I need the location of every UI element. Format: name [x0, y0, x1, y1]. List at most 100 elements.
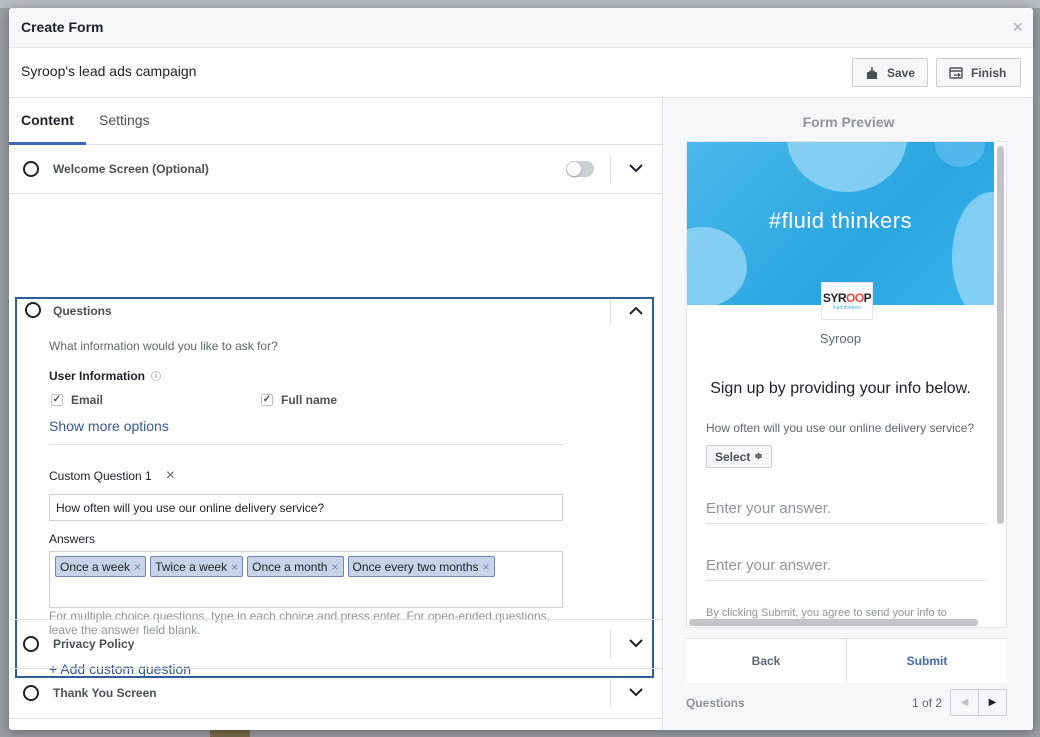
submit-button[interactable]: Submit: [847, 639, 1007, 683]
info-icon[interactable]: i: [151, 371, 162, 381]
name-answer-field[interactable]: Enter your answer.: [706, 549, 986, 581]
back-button[interactable]: Back: [686, 639, 847, 683]
banner-bubble: [935, 142, 985, 167]
email-label: Email: [71, 393, 104, 407]
answer-chip: Once every two months ×: [347, 556, 495, 577]
campaign-bar: Syroop's lead ads campaign Save Finish: [9, 48, 1033, 98]
finish-label: Finish: [971, 65, 1007, 80]
questions-status-icon: [25, 302, 41, 318]
preview-section-label: Questions: [686, 696, 745, 710]
welcome-status-icon: [23, 161, 39, 177]
remove-chip-icon[interactable]: ×: [483, 560, 490, 574]
custom-question-input[interactable]: [49, 494, 563, 521]
legal-text: By clicking Submit, you agree to send yo…: [706, 607, 947, 619]
remove-chip-icon[interactable]: ×: [331, 560, 338, 574]
welcome-title: Welcome Screen (Optional): [53, 162, 209, 176]
create-form-dialog: Create Form × Syroop's lead ads campaign…: [9, 8, 1033, 730]
banner-image: #fluid thinkers: [687, 142, 994, 305]
finish-icon: [949, 66, 963, 79]
chevron-up-icon[interactable]: [627, 301, 645, 319]
banner-text: #fluid thinkers: [768, 208, 913, 233]
chevron-down-icon[interactable]: [627, 683, 645, 701]
page-indicator: 1 of 2: [912, 696, 943, 710]
answers-label: Answers: [49, 532, 96, 546]
preview-panel: Form Preview #fluid thinkers SYROOP flui…: [664, 98, 1033, 730]
tab-settings[interactable]: Settings: [99, 112, 150, 128]
custom-question-title: Custom Question 1: [49, 469, 152, 483]
prev-page-icon[interactable]: ◀: [950, 689, 979, 716]
answer-chip: Once a month ×: [247, 556, 344, 577]
save-button[interactable]: Save: [852, 58, 928, 87]
preview-headline: Sign up by providing your info below.: [710, 380, 971, 397]
logo-part: OO: [846, 291, 864, 305]
company-name: Syroop: [819, 331, 862, 346]
user-info-label: User Information i: [49, 369, 162, 383]
chevron-down-icon[interactable]: [627, 634, 645, 652]
chevron-down-icon[interactable]: [627, 159, 645, 177]
preview-title: Form Preview: [802, 114, 895, 130]
dialog-title: Create Form: [21, 19, 104, 35]
show-more-options-link[interactable]: Show more options: [49, 418, 169, 434]
full-name-checkbox[interactable]: ✓ Full name: [261, 393, 337, 407]
vertical-scrollbar[interactable]: [997, 146, 1004, 524]
preview-buttons: Back Submit: [686, 638, 1007, 683]
banner-bubble: [787, 142, 907, 192]
save-label: Save: [886, 65, 915, 80]
section-welcome: Welcome Screen (Optional): [9, 145, 662, 194]
select-arrows-icon: ≑: [754, 451, 763, 462]
questions-hint: What information would you like to ask f…: [49, 339, 278, 353]
answer-chip-label: Twice a week: [155, 559, 228, 574]
logo-part: P: [863, 291, 872, 305]
section-thank-you-header[interactable]: Thank You Screen: [9, 669, 662, 717]
logo-tagline: fluid thinkers: [832, 305, 862, 311]
check-icon: ✓: [261, 394, 273, 406]
custom-question-label: Custom Question 1 ×: [49, 468, 175, 484]
questions-title: Questions: [53, 304, 112, 318]
email-checkbox[interactable]: ✓ Email: [51, 393, 103, 407]
section-thank-you: Thank You Screen: [9, 669, 662, 719]
divider: [49, 444, 563, 445]
answer-chip-label: Once a week: [60, 559, 131, 574]
full-name-label: Full name: [281, 393, 338, 407]
remove-chip-icon[interactable]: ×: [134, 560, 141, 574]
answer-chip-label: Once every two months: [352, 559, 479, 574]
check-icon: ✓: [51, 394, 63, 406]
preview-frame[interactable]: #fluid thinkers SYROOP fluid thinkers Sy…: [686, 141, 1007, 628]
answers-input[interactable]: Once a week × Twice a week × Once a mont…: [49, 551, 563, 608]
answer-select[interactable]: Select ≑: [706, 445, 772, 468]
save-icon: [866, 66, 877, 79]
thank-you-title: Thank You Screen: [53, 686, 157, 700]
section-questions-header[interactable]: Questions: [17, 299, 652, 325]
answer-chip: Once a week ×: [55, 556, 147, 577]
close-icon[interactable]: ×: [1012, 18, 1023, 36]
thank-you-status-icon: [23, 685, 39, 701]
horizontal-scrollbar[interactable]: [689, 619, 978, 626]
tab-content[interactable]: Content: [21, 112, 74, 128]
backdrop-strip: [0, 0, 1040, 8]
finish-button[interactable]: Finish: [936, 58, 1021, 87]
section-privacy-header[interactable]: Privacy Policy: [9, 620, 662, 668]
logo-part: SYR: [822, 291, 847, 305]
privacy-title: Privacy Policy: [53, 637, 135, 651]
dialog-titlebar: Create Form ×: [9, 8, 1033, 48]
remove-chip-icon[interactable]: ×: [231, 560, 238, 574]
editor-panel: Content Settings Welcome Screen (Optiona…: [9, 98, 663, 730]
section-divider: [610, 630, 611, 658]
campaign-name: Syroop's lead ads campaign: [21, 63, 197, 79]
section-divider: [610, 299, 611, 325]
remove-question-icon[interactable]: ×: [166, 468, 175, 484]
editor-tabs: Content Settings: [9, 98, 662, 145]
answer-chip-label: Once a month: [252, 559, 328, 574]
user-info-text: User Information: [49, 369, 146, 383]
section-divider: [610, 679, 611, 707]
section-welcome-header[interactable]: Welcome Screen (Optional): [9, 145, 662, 193]
section-divider: [610, 155, 611, 183]
banner-bubble: [687, 227, 747, 305]
answer-chip: Twice a week ×: [150, 556, 244, 577]
logo-wordmark: SYROOP: [822, 291, 872, 305]
welcome-toggle[interactable]: [566, 161, 594, 177]
next-page-icon[interactable]: ▶: [978, 689, 1007, 716]
brand-logo: SYROOP fluid thinkers: [821, 282, 873, 320]
email-answer-field[interactable]: Enter your answer.: [706, 492, 986, 524]
select-label: Select: [715, 449, 751, 464]
